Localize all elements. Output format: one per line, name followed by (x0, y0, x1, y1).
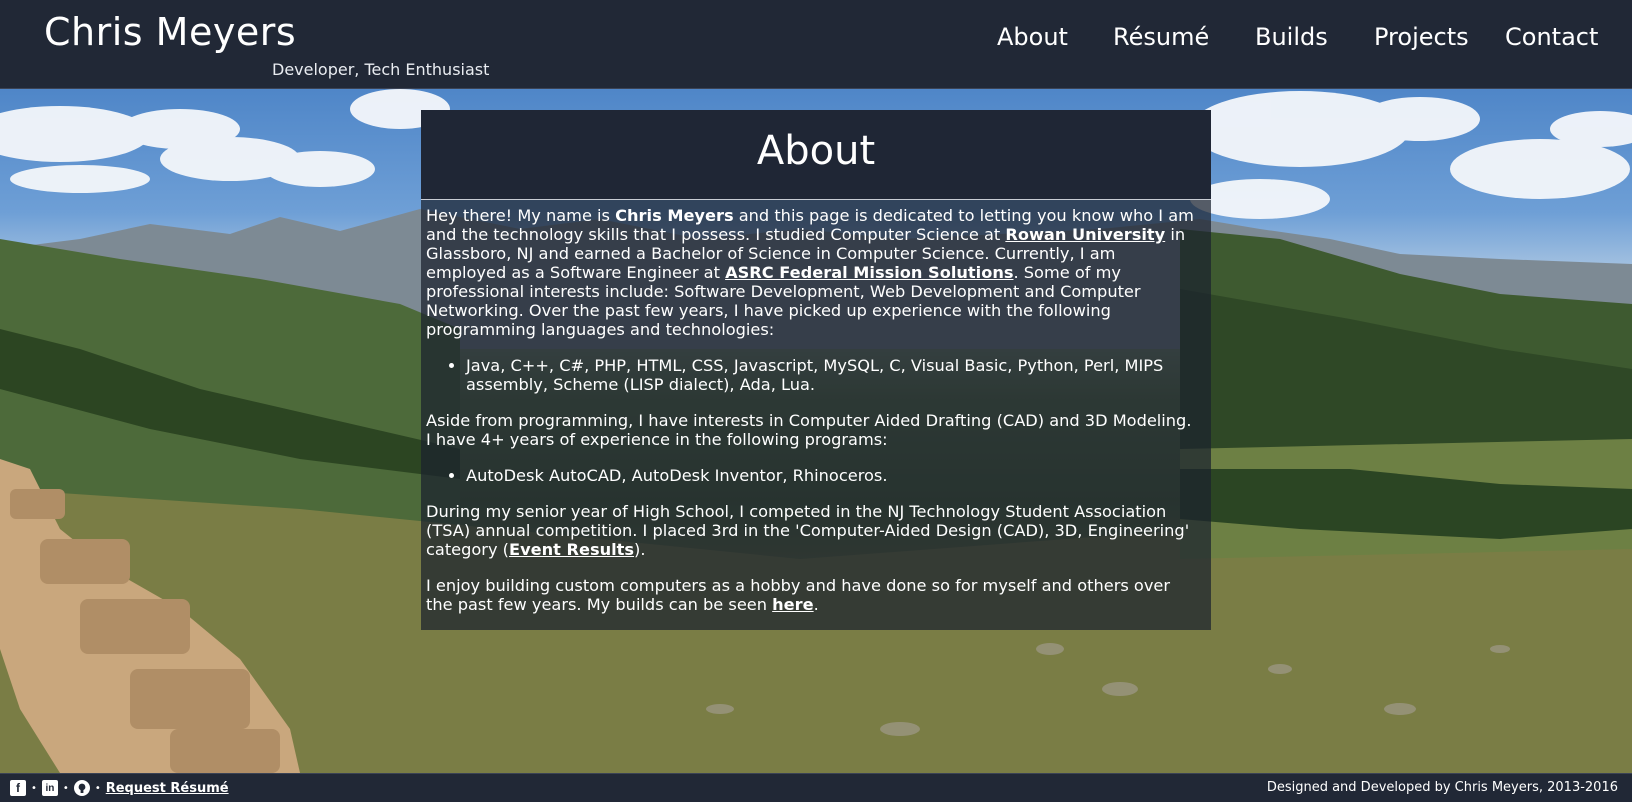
footer-credit: Designed and Developed by Chris Meyers, … (1266, 780, 1618, 795)
builds-text-2: . (813, 595, 819, 614)
cad-programs-list: AutoDesk AutoCAD, AutoDesk Inventor, Rhi… (426, 466, 1198, 485)
request-resume-link[interactable]: Request Résumé (106, 781, 229, 796)
github-glyph (78, 783, 86, 793)
about-paragraph-tsa: During my senior year of High School, I … (426, 502, 1198, 559)
separator: • (31, 782, 37, 794)
separator: • (94, 782, 101, 794)
builds-here-link[interactable]: here (772, 595, 813, 614)
languages-list: Java, C++, C#, PHP, HTML, CSS, Javascrip… (426, 356, 1198, 394)
footer-social-links: f • in • • Request Résumé (10, 778, 229, 798)
site-subtitle: Developer, Tech Enthusiast (272, 60, 490, 79)
about-paragraph-builds: I enjoy building custom computers as a h… (426, 576, 1198, 614)
nav-about[interactable]: About (997, 23, 1068, 51)
author-name: Chris Meyers (615, 206, 734, 225)
about-paragraph-cad: Aside from programming, I have interests… (426, 411, 1192, 449)
nav-contact[interactable]: Contact (1505, 23, 1598, 51)
about-paragraph-intro: Hey there! My name is Chris Meyers and t… (426, 206, 1198, 339)
page: Chris Meyers Developer, Tech Enthusiast … (0, 0, 1632, 802)
facebook-icon[interactable]: f (10, 780, 26, 796)
nav-builds[interactable]: Builds (1255, 23, 1328, 51)
site-title[interactable]: Chris Meyers (44, 10, 296, 54)
separator: • (62, 782, 69, 794)
intro-text-1: Hey there! My name is (426, 206, 616, 225)
list-item: Java, C++, C#, PHP, HTML, CSS, Javascrip… (466, 356, 1198, 394)
list-item: AutoDesk AutoCAD, AutoDesk Inventor, Rhi… (466, 466, 1198, 485)
site-footer: f • in • • Request Résumé Designed and D… (0, 773, 1632, 802)
github-icon[interactable] (73, 780, 90, 796)
nav-resume[interactable]: Résumé (1113, 23, 1209, 51)
about-card-header: About (421, 110, 1211, 200)
asrc-link[interactable]: ASRC Federal Mission Solutions (725, 263, 1013, 282)
rowan-university-link[interactable]: Rowan University (1005, 225, 1165, 244)
event-results-link[interactable]: Event Results (509, 540, 634, 559)
about-card-body: Hey there! My name is Chris Meyers and t… (426, 206, 1198, 631)
site-header: Chris Meyers Developer, Tech Enthusiast … (0, 0, 1632, 89)
tsa-text-2: ). (634, 540, 646, 559)
about-heading: About (756, 128, 876, 174)
about-card: About Hey there! My name is Chris Meyers… (421, 110, 1211, 630)
nav-projects[interactable]: Projects (1374, 23, 1469, 51)
linkedin-icon[interactable]: in (41, 780, 58, 796)
